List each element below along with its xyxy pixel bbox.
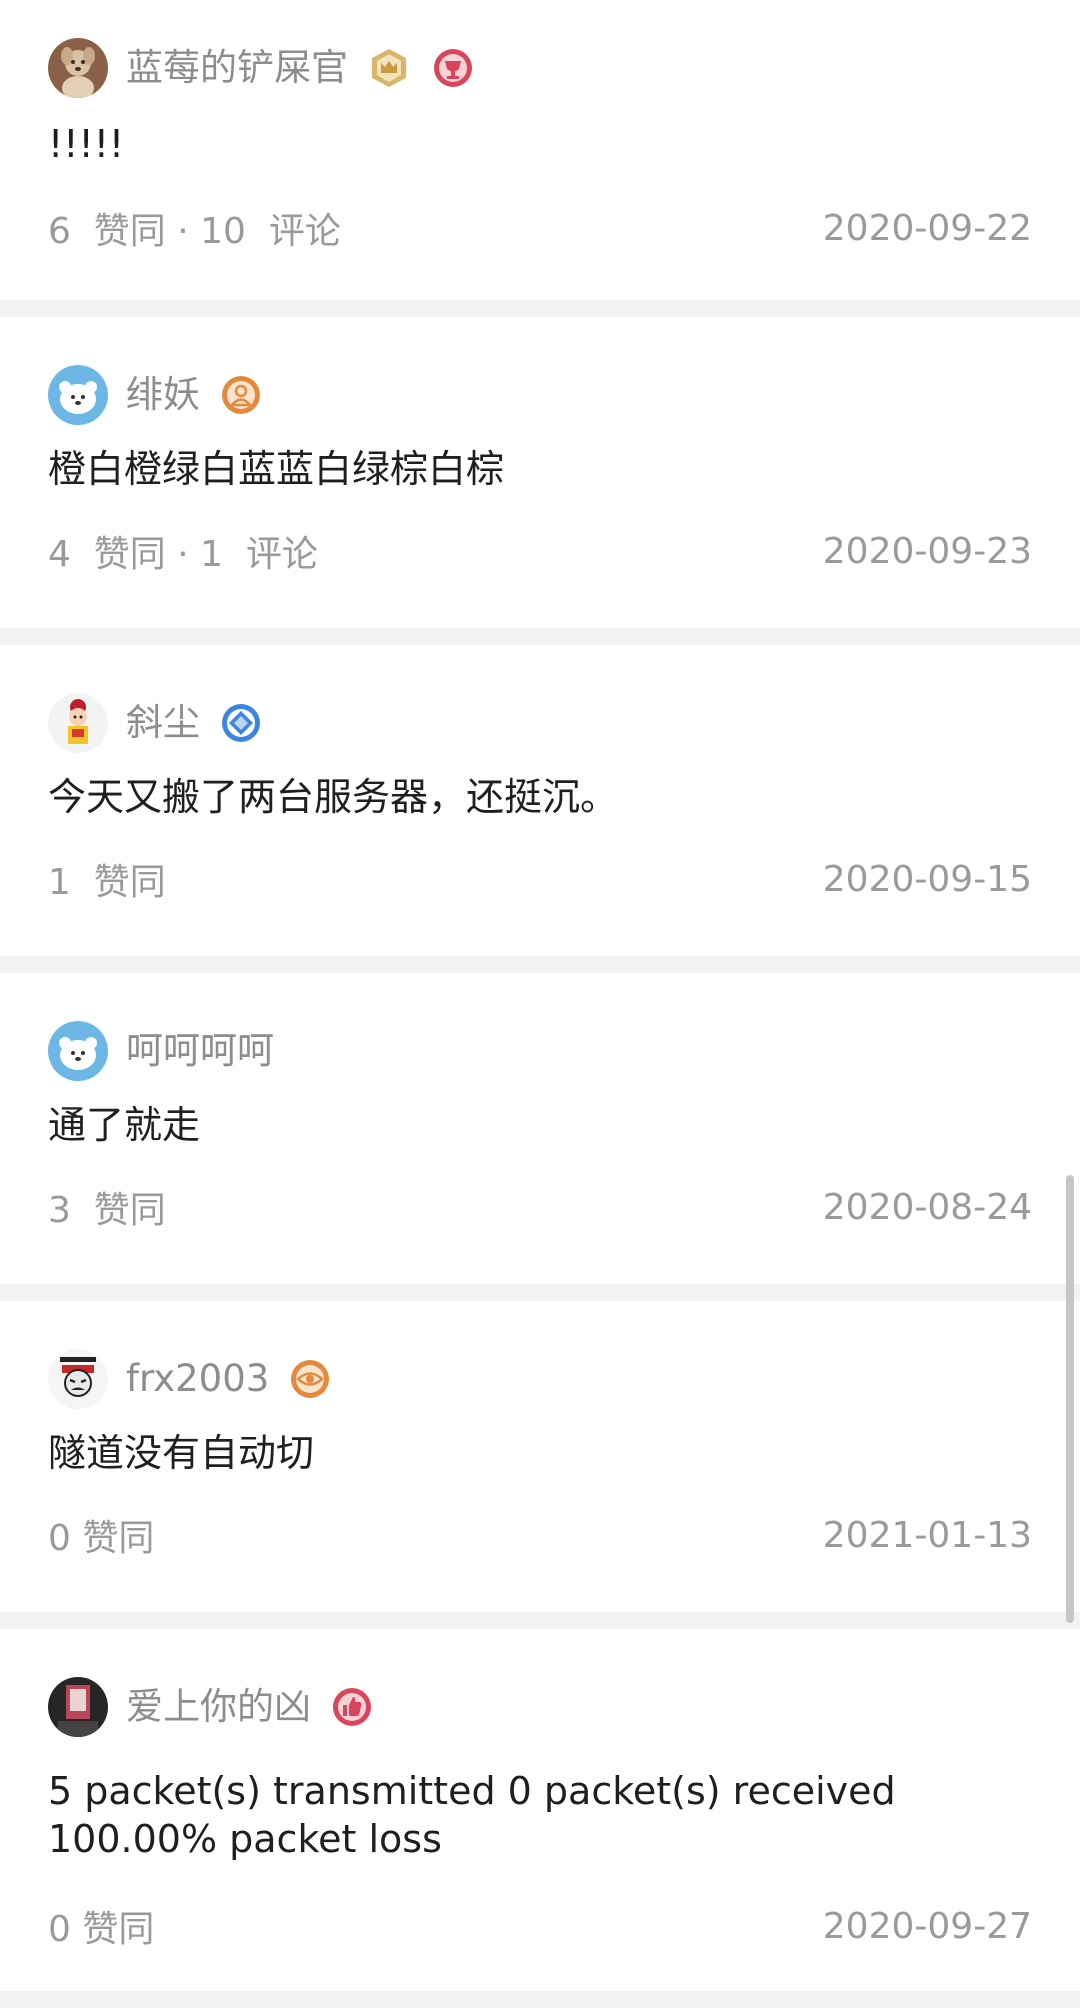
scrollbar[interactable]	[1066, 1175, 1074, 1623]
dark-photo-avatar-icon[interactable]	[48, 1677, 108, 1737]
meme-face-avatar-icon[interactable]	[48, 1349, 108, 1409]
author-row: 呵呵呵呵	[48, 1021, 1032, 1081]
author-row: 蓝莓的铲屎官	[48, 38, 1032, 98]
red-cup-badge-icon[interactable]	[432, 47, 474, 89]
author-row: frx2003	[48, 1349, 1032, 1409]
username[interactable]: 爱上你的凶	[126, 1677, 311, 1737]
comment-meta: 0 赞同 2020-09-27	[48, 1901, 1032, 1951]
comment-stats[interactable]: 4 赞同 · 1 评论	[48, 525, 318, 577]
comment-card[interactable]: frx2003 隧道没有自动切 0 赞同 2021-01-13	[0, 1301, 1080, 1612]
comment-date: 2020-09-22	[822, 207, 1032, 249]
comment-card[interactable]: 呵呵呵呵 通了就走 3 赞同 2020-08-24	[0, 973, 1080, 1284]
dog-photo-avatar-icon[interactable]	[48, 38, 108, 98]
comment-stats[interactable]: 3 赞同	[48, 1181, 166, 1233]
author-row: 爱上你的凶	[48, 1677, 1032, 1737]
author-row: 斜尘	[48, 693, 1032, 753]
comment-content: !!!!!	[48, 122, 125, 166]
comment-date: 2020-09-23	[822, 530, 1032, 572]
comment-stats[interactable]: 6 赞同 · 10 评论	[48, 202, 341, 254]
comment-card[interactable]: 绯妖 橙白橙绿白蓝蓝白绿棕白棕 4 赞同 · 1 评论 2020-09-23	[0, 317, 1080, 628]
comment-content: 通了就走	[48, 1103, 201, 1147]
comment-content: 5 packet(s) transmitted 0 packet(s) rece…	[48, 1769, 896, 1861]
comment-card[interactable]: 蓝莓的铲屎官 !!!!! 6 赞同 · 10 评论 2020-09-22	[0, 0, 1080, 300]
comment-meta: 4 赞同 · 1 评论 2020-09-23	[48, 526, 1032, 576]
comment-date: 2021-01-13	[822, 1514, 1032, 1556]
username[interactable]: 斜尘	[126, 693, 200, 753]
comment-card[interactable]: 爱上你的凶 5 packet(s) transmitted 0 packet(s…	[0, 1629, 1080, 1991]
blue-diamond-badge-icon[interactable]	[220, 702, 262, 744]
orange-eye-badge-icon[interactable]	[289, 1358, 331, 1400]
cartoon-child-avatar-icon[interactable]	[48, 693, 108, 753]
default-polar-bear-avatar-icon[interactable]	[48, 365, 108, 425]
red-thumbs-up-badge-icon[interactable]	[331, 1686, 373, 1728]
comment-date: 2020-09-15	[822, 858, 1032, 900]
comment-feed: 蓝莓的铲屎官 !!!!! 6 赞同 · 10 评论 2020-09-22 绯妖 …	[0, 0, 1080, 1991]
comment-stats[interactable]: 1 赞同	[48, 853, 166, 905]
comment-content: 橙白橙绿白蓝蓝白绿棕白棕	[48, 447, 505, 491]
orange-person-badge-icon[interactable]	[220, 374, 262, 416]
comment-meta: 6 赞同 · 10 评论 2020-09-22	[48, 203, 1032, 253]
comment-meta: 0 赞同 2021-01-13	[48, 1510, 1032, 1560]
comment-stats[interactable]: 0 赞同	[48, 1900, 154, 1952]
username[interactable]: 呵呵呵呵	[126, 1021, 274, 1081]
comment-card[interactable]: 斜尘 今天又搬了两台服务器，还挺沉。 1 赞同 2020-09-15	[0, 645, 1080, 956]
comment-content: 隧道没有自动切	[48, 1431, 315, 1475]
comment-date: 2020-09-27	[822, 1905, 1032, 1947]
comment-meta: 1 赞同 2020-09-15	[48, 854, 1032, 904]
username[interactable]: 蓝莓的铲屎官	[126, 38, 348, 98]
default-polar-bear-avatar-icon[interactable]	[48, 1021, 108, 1081]
crown-badge-icon[interactable]	[368, 47, 410, 89]
comment-date: 2020-08-24	[822, 1186, 1032, 1228]
username[interactable]: 绯妖	[126, 365, 200, 425]
username[interactable]: frx2003	[126, 1349, 269, 1409]
comment-meta: 3 赞同 2020-08-24	[48, 1182, 1032, 1232]
author-row: 绯妖	[48, 365, 1032, 425]
comment-stats[interactable]: 0 赞同	[48, 1509, 154, 1561]
comment-content: 今天又搬了两台服务器，还挺沉。	[48, 775, 619, 819]
